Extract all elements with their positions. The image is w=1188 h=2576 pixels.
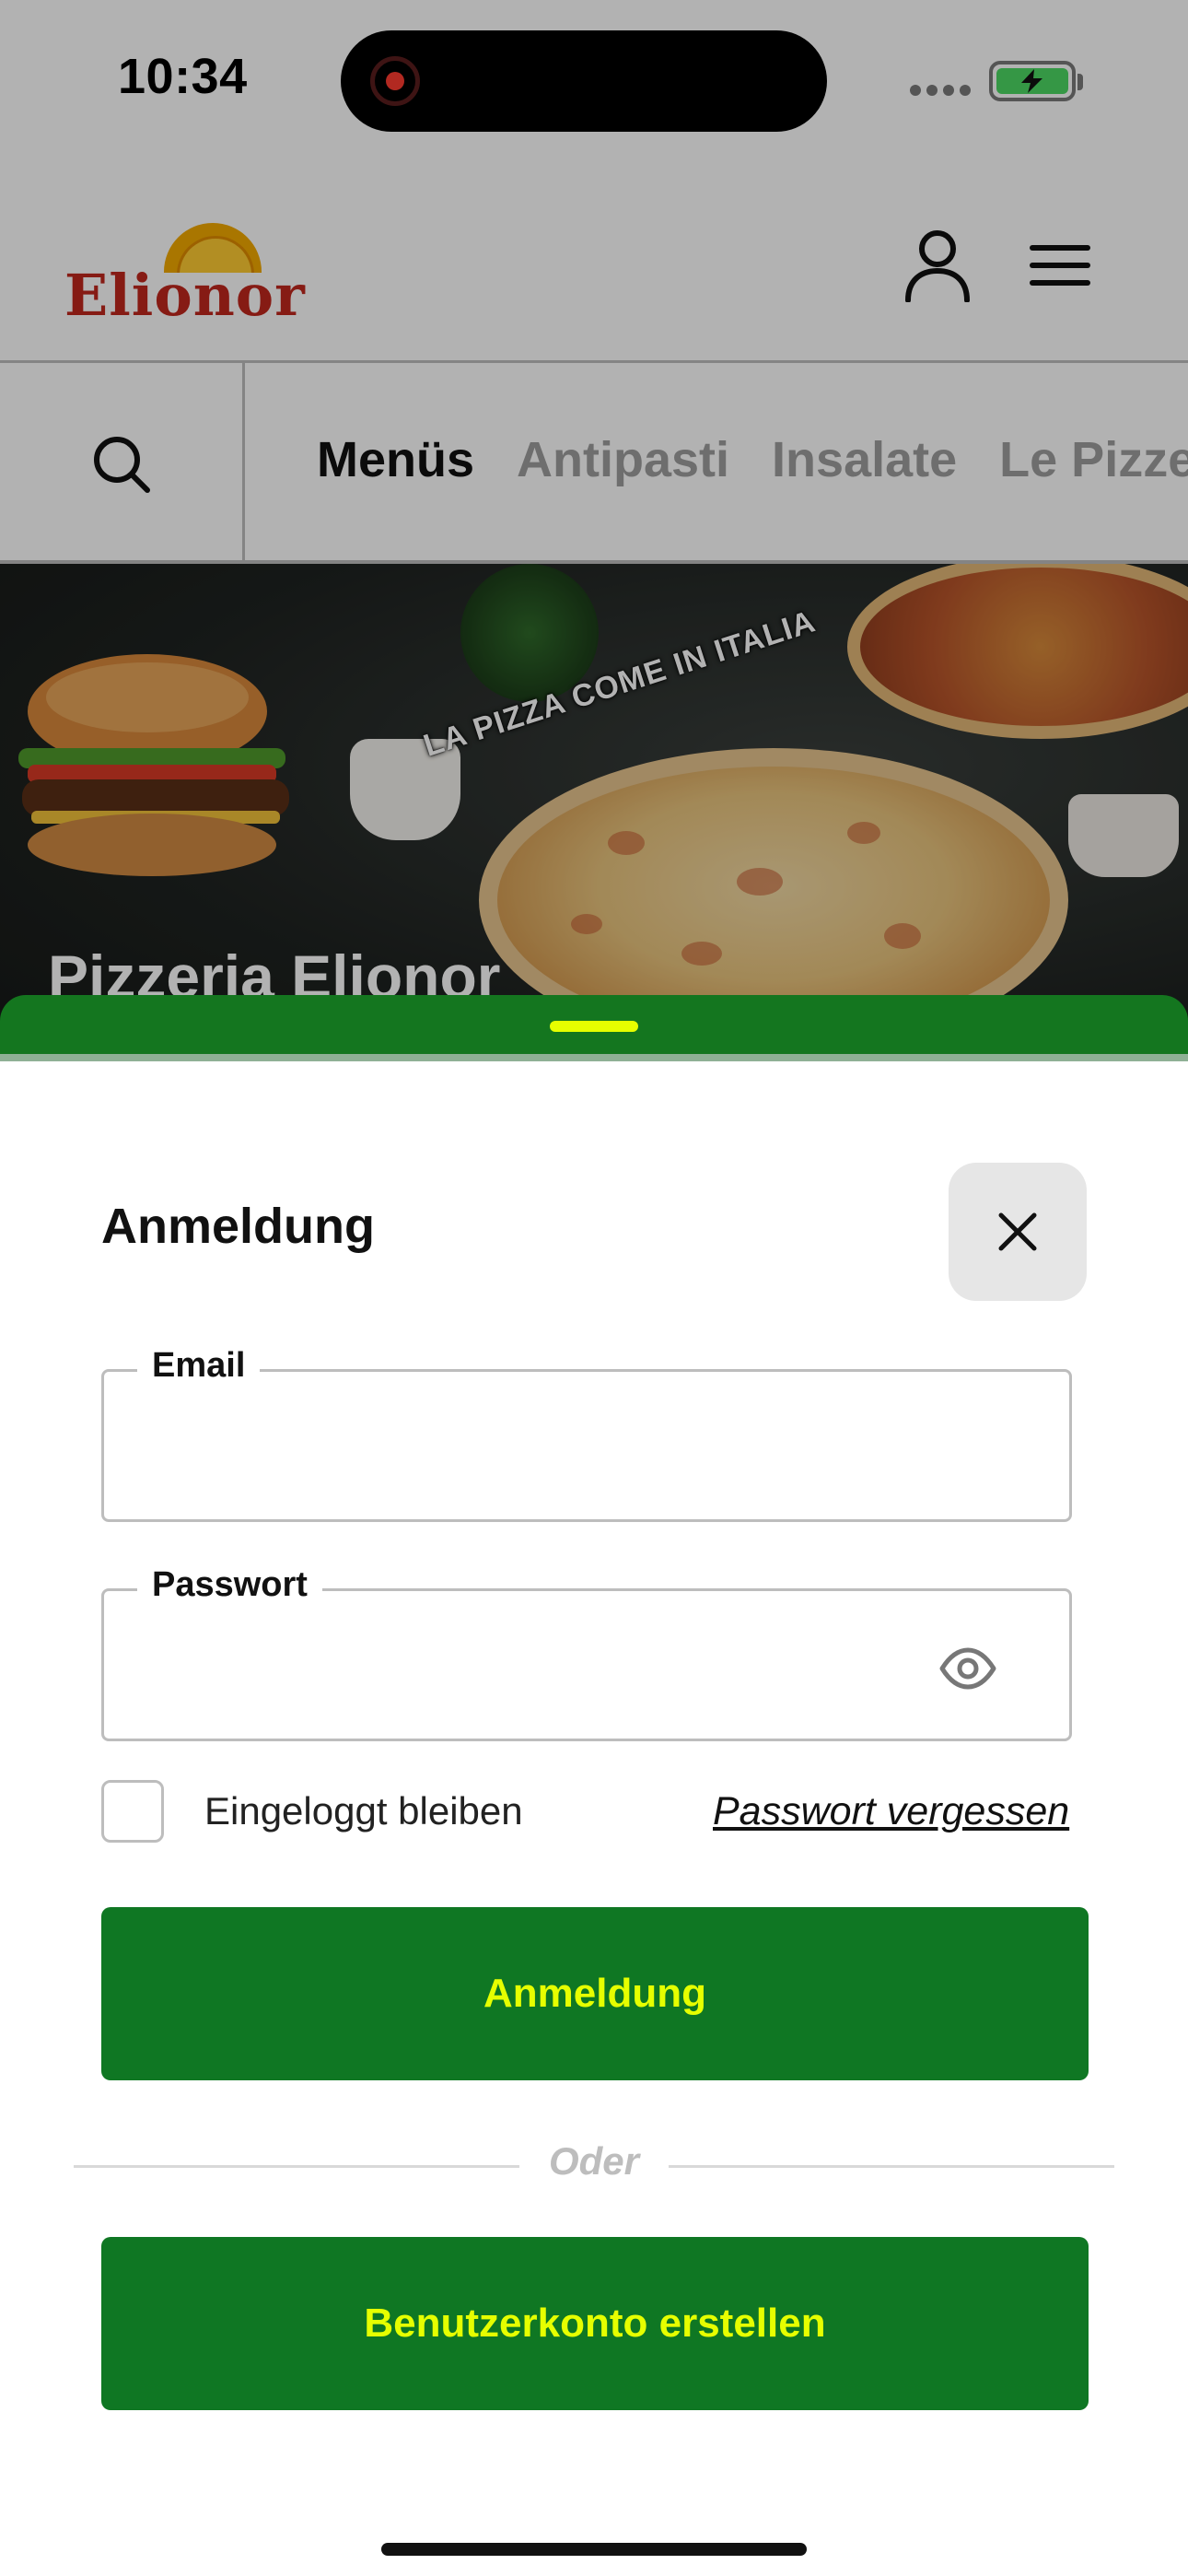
remember-me-label[interactable]: Eingeloggt bleiben: [204, 1789, 523, 1833]
sheet-edge: [0, 1054, 1188, 1061]
divider-text: Oder: [548, 2139, 640, 2183]
background-page: 10:34 Elionor Menüs Antipasti Insalate L…: [0, 0, 1188, 1069]
dim-overlay[interactable]: [0, 0, 1188, 1069]
password-label: Passwort: [137, 1565, 322, 1605]
login-button[interactable]: Anmeldung: [101, 1907, 1089, 2080]
forgot-password-link[interactable]: Passwort vergessen: [713, 1789, 1069, 1834]
password-field[interactable]: Passwort: [101, 1565, 1072, 1741]
sheet-grabber-handle[interactable]: [550, 1021, 638, 1032]
divider-line-right: [669, 2165, 1114, 2168]
password-input[interactable]: [141, 1628, 933, 1705]
divider-line-left: [74, 2165, 519, 2168]
create-account-button[interactable]: Benutzerkonto erstellen: [101, 2237, 1089, 2410]
login-sheet: Anmeldung Email Passwort Eingeloggt blei…: [0, 1061, 1188, 2576]
close-button[interactable]: [949, 1163, 1087, 1301]
home-indicator[interactable]: [381, 2543, 807, 2556]
remember-me-checkbox[interactable]: [101, 1780, 164, 1843]
or-divider: Oder: [74, 2139, 1114, 2195]
email-label: Email: [137, 1346, 261, 1386]
email-field[interactable]: Email: [101, 1346, 1072, 1522]
email-input[interactable]: [141, 1409, 933, 1486]
show-password-eye-icon[interactable]: [938, 1639, 997, 1698]
close-icon: [998, 1212, 1037, 1251]
remember-me-row: Eingeloggt bleiben: [101, 1780, 523, 1843]
login-title: Anmeldung: [101, 1199, 375, 1254]
